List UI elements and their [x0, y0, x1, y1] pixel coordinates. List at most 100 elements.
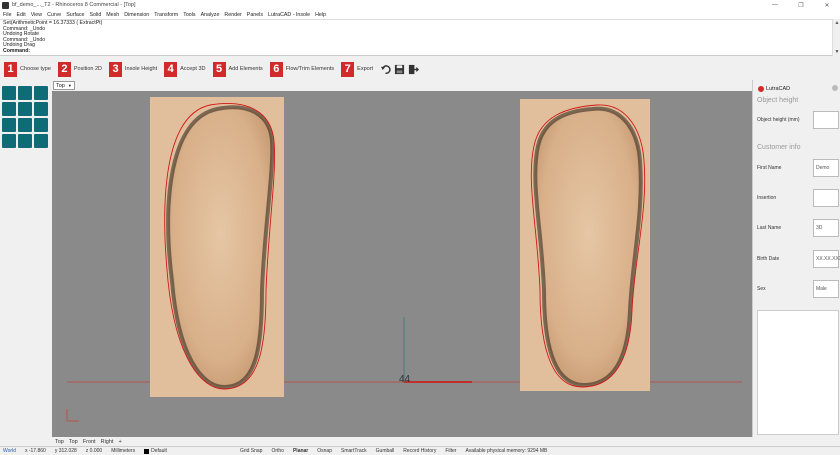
step-export[interactable]: 7 Export: [341, 61, 373, 77]
menu-mesh[interactable]: Mesh: [106, 12, 119, 18]
save-icon[interactable]: [394, 64, 405, 75]
menu-curve[interactable]: Curve: [47, 12, 61, 18]
cplane-axis-icon: [66, 409, 79, 422]
memory-status: Available physical memory: 9294 MB: [465, 448, 548, 454]
tab-front[interactable]: Front: [83, 439, 96, 445]
lutracad-side-panel: LutraCAD Object height Object height (mm…: [752, 80, 840, 437]
lutracad-logo-icon: [758, 86, 764, 92]
foot-right-icon[interactable]: [34, 134, 48, 148]
menu-surface[interactable]: Surface: [66, 12, 84, 18]
image-icon[interactable]: [34, 118, 48, 132]
step-label: Accept 3D: [180, 66, 206, 72]
menu-transform[interactable]: Transform: [154, 12, 178, 18]
menu-solid[interactable]: Solid: [89, 12, 101, 18]
view-globe-icon[interactable]: [2, 86, 16, 100]
status-bar: World x -17.860 y 312.028 z 0.000 Millim…: [0, 446, 840, 455]
close-button[interactable]: ✕: [814, 0, 840, 10]
step-insole-height[interactable]: 3 Insole Height: [109, 61, 158, 77]
maximize-button[interactable]: ❐: [788, 0, 814, 10]
menu-file[interactable]: File: [3, 12, 12, 18]
step-number: 7: [341, 61, 355, 77]
origin-label: 44: [399, 374, 411, 385]
foot-top-icon[interactable]: [18, 102, 32, 116]
menu-panels[interactable]: Panels: [247, 12, 263, 18]
birth-date-input[interactable]: XX.XX.XXXX: [813, 250, 840, 268]
object-height-input[interactable]: [813, 111, 839, 129]
cube-icon[interactable]: [2, 118, 16, 132]
insertion-label: Insertion: [757, 195, 777, 201]
right-foot-scan[interactable]: [520, 99, 650, 391]
panel-logo-text: LutraCAD: [766, 86, 791, 92]
step-number: 2: [57, 61, 71, 77]
title-bar: bf_demo_..._T2 - Rhinoceros 8 Commercial…: [0, 0, 840, 10]
command-history: Set(ArithmeticPoint = 16.37333 ( Extract…: [0, 19, 840, 56]
insertion-input[interactable]: [813, 189, 839, 207]
insole-icon[interactable]: [2, 102, 16, 116]
add-tab-button[interactable]: +: [118, 439, 121, 445]
menu-tools[interactable]: Tools: [183, 12, 195, 18]
history-scrollbar[interactable]: ▲ ▼: [832, 19, 840, 56]
viewport-title: Top: [56, 82, 65, 89]
panel-close-icon[interactable]: [832, 85, 838, 91]
menu-view[interactable]: View: [31, 12, 42, 18]
left-foot-scan[interactable]: [150, 97, 284, 397]
step-flow-trim-elements[interactable]: 6 Flow/Trim Elements: [269, 61, 334, 77]
viewport-tabs: Top Top Front Right +: [52, 437, 752, 446]
last-name-input[interactable]: 3D: [813, 219, 839, 237]
sex-label: Sex: [757, 286, 766, 292]
tab-top-2[interactable]: Top: [69, 439, 78, 445]
toggle-filter[interactable]: Filter: [445, 448, 456, 454]
menu-edit[interactable]: Edit: [17, 12, 26, 18]
foot-bottom-icon[interactable]: [18, 118, 32, 132]
last-name-label: Last Name: [757, 225, 782, 231]
toggle-gumball[interactable]: Gumball: [376, 448, 395, 454]
panel-header: LutraCAD: [758, 86, 790, 92]
menu-render[interactable]: Render: [224, 12, 241, 18]
minimize-button[interactable]: —: [762, 0, 788, 10]
sex-select[interactable]: Male: [813, 280, 839, 298]
viewport-top[interactable]: 44: [52, 91, 752, 437]
hand-pan-icon[interactable]: [34, 86, 48, 100]
step-label: Insole Height: [125, 66, 158, 72]
units-indicator[interactable]: Millimeters: [111, 448, 135, 454]
toggle-osnap[interactable]: Osnap: [317, 448, 332, 454]
left-tool-panel: [0, 80, 52, 437]
layer-color-swatch: [144, 448, 150, 454]
menu-dimension[interactable]: Dimension: [124, 12, 149, 18]
step-position-2d[interactable]: 2 Position 2D: [57, 61, 102, 77]
foot-pair-icon[interactable]: [34, 102, 48, 116]
cplane-indicator[interactable]: World: [3, 448, 16, 454]
tab-top[interactable]: Top: [55, 439, 64, 445]
menu-bar: File Edit View Curve Surface Solid Mesh …: [0, 10, 840, 19]
scroll-down-icon[interactable]: ▼: [833, 48, 840, 56]
step-number: 1: [4, 61, 17, 77]
exit-icon[interactable]: [408, 64, 420, 75]
x-coordinate: x -17.860: [24, 448, 46, 454]
step-number: 5: [212, 61, 226, 77]
viewport-title-dropdown[interactable]: Top ▼: [53, 81, 75, 90]
tab-right[interactable]: Right: [101, 439, 114, 445]
step-choose-type[interactable]: 1 Choose type: [4, 61, 51, 77]
menu-analyze[interactable]: Analyze: [201, 12, 220, 18]
toggle-grid-snap[interactable]: Grid Snap: [240, 448, 263, 454]
menu-lutracad[interactable]: LutraCAD - Insole: [268, 12, 310, 18]
layer-indicator[interactable]: Default: [144, 448, 167, 454]
scroll-up-icon[interactable]: ▲: [833, 19, 840, 27]
toggle-smarttrack[interactable]: SmartTrack: [341, 448, 367, 454]
toggle-record-history[interactable]: Record History: [403, 448, 436, 454]
notes-textarea[interactable]: [757, 310, 839, 435]
section-customer-info: Customer info: [757, 144, 801, 151]
command-prompt[interactable]: Command:: [3, 48, 837, 55]
foot-left-icon[interactable]: [18, 134, 32, 148]
first-name-input[interactable]: Demo: [813, 159, 839, 177]
foot-side-icon[interactable]: [18, 86, 32, 100]
toggle-ortho[interactable]: Ortho: [271, 448, 284, 454]
undo-icon[interactable]: [380, 64, 391, 75]
step-accept-3d[interactable]: 4 Accept 3D: [164, 61, 206, 77]
step-add-elements[interactable]: 5 Add Elements: [212, 61, 263, 77]
heel-icon[interactable]: [2, 134, 16, 148]
toggle-planar[interactable]: Planar: [293, 448, 308, 454]
viewport-canvas[interactable]: 44: [52, 91, 752, 437]
menu-help[interactable]: Help: [315, 12, 326, 18]
object-height-label: Object height (mm): [757, 117, 800, 123]
